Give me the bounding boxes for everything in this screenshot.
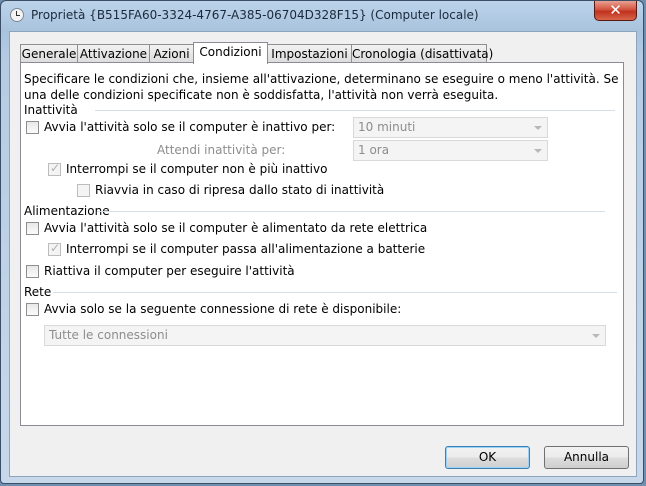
title-bar[interactable]: Proprietà {B515FA60-3324-4767-A385-06704… [1, 1, 643, 29]
conditions-description: Specificare le condizioni che, insieme a… [24, 72, 619, 102]
cancel-button[interactable]: Annulla [544, 446, 629, 469]
chevron-down-icon [534, 126, 542, 130]
start-if-idle-checkbox[interactable] [26, 121, 39, 134]
wait-idle-label: Attendi inattività per: [157, 143, 286, 157]
wake-to-run-label: Riattiva il computer per eseguire l'atti… [44, 264, 295, 278]
dialog-client: Generale Attivazione Azioni Condizioni I… [9, 31, 637, 477]
task-clock-icon [10, 8, 24, 22]
group-power-divider [97, 211, 605, 212]
group-idle-divider [95, 110, 615, 111]
group-network-label: Rete [24, 285, 52, 299]
stop-if-not-idle-label: Interrompi se il computer non è più inat… [66, 162, 328, 176]
tab-condizioni[interactable]: Condizioni [193, 42, 268, 64]
properties-dialog: Proprietà {B515FA60-3324-4767-A385-06704… [0, 0, 644, 484]
start-if-network-label: Avvia solo se la seguente connessione di… [44, 302, 402, 316]
wait-duration-value: 1 ora [358, 143, 390, 157]
network-connection-select[interactable]: Tutte le connessioni [44, 325, 606, 346]
start-if-idle-label: Avvia l'attività solo se il computer è i… [44, 120, 336, 134]
network-connection-value: Tutte le connessioni [49, 328, 168, 342]
stop-on-battery-label: Interrompi se il computer passa all'alim… [66, 242, 426, 256]
stop-on-battery-checkbox[interactable] [48, 241, 61, 256]
stop-if-not-idle-checkbox[interactable] [48, 161, 61, 176]
restart-if-idle-checkbox[interactable] [77, 184, 90, 197]
restart-if-idle-label: Riavvia in caso di ripresa dallo stato d… [95, 183, 385, 197]
conditions-panel: Specificare le condizioni che, insieme a… [20, 62, 624, 426]
chevron-down-icon [592, 334, 600, 338]
close-icon: ✕ [609, 1, 622, 19]
ok-button[interactable]: OK [445, 446, 530, 469]
chevron-down-icon [534, 149, 542, 153]
tab-generale[interactable]: Generale [20, 44, 78, 63]
idle-duration-select[interactable]: 10 minuti [353, 117, 548, 138]
window-title: Proprietà {B515FA60-3324-4767-A385-06704… [31, 8, 479, 22]
start-if-network-checkbox[interactable] [26, 303, 39, 316]
tab-impostazioni[interactable]: Impostazioni [267, 44, 352, 63]
ac-only-label: Avvia l'attività solo se il computer è a… [44, 221, 428, 235]
ac-only-checkbox[interactable] [26, 222, 39, 235]
idle-duration-value: 10 minuti [358, 120, 416, 134]
tab-azioni[interactable]: Azioni [149, 44, 194, 63]
tab-attivazione[interactable]: Attivazione [77, 44, 150, 63]
close-button[interactable]: ✕ [594, 1, 637, 21]
group-idle-label: Inattività [24, 103, 78, 117]
tab-cronologia[interactable]: Cronologia (disattivata) [351, 44, 493, 63]
wake-to-run-checkbox[interactable] [26, 265, 39, 278]
group-network-divider [53, 292, 617, 293]
wait-duration-select[interactable]: 1 ora [353, 140, 548, 161]
